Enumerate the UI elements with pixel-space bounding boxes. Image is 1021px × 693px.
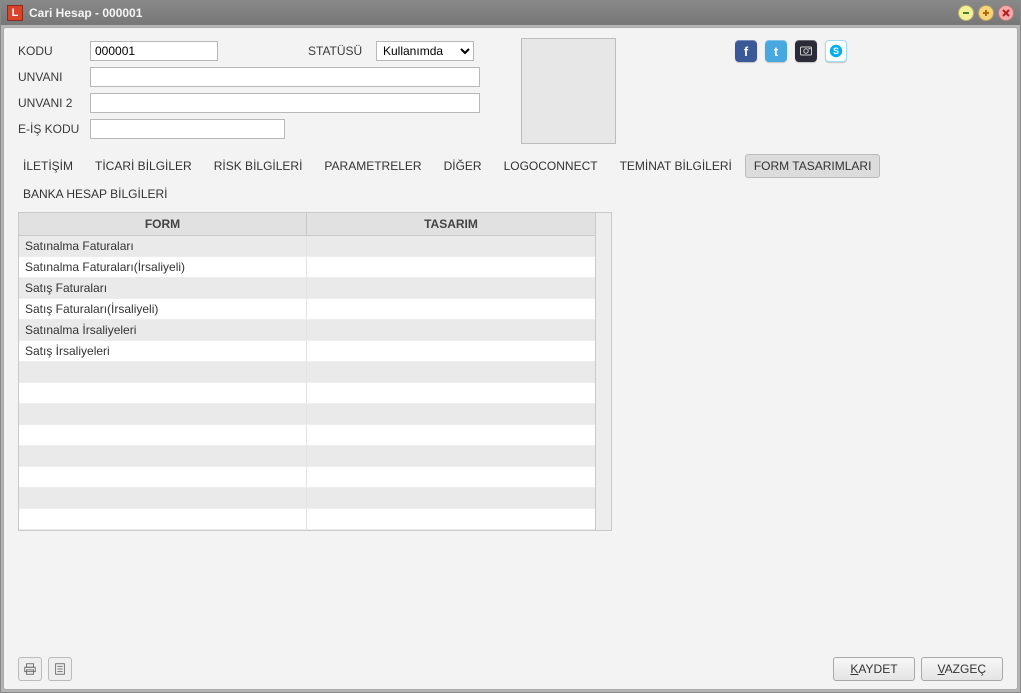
social-links: f t S [735, 40, 847, 62]
grid-header-tasarim[interactable]: TASARIM [307, 213, 595, 235]
tab-ti-cari-bi-lgi-ler[interactable]: TİCARİ BİLGİLER [86, 154, 201, 178]
grid-header-form[interactable]: FORM [19, 213, 307, 235]
status-select[interactable]: Kullanımda [376, 41, 474, 61]
cell-form: Satınalma İrsaliyeleri [19, 320, 307, 340]
table-row[interactable] [19, 509, 595, 530]
cell-tasarim [307, 362, 595, 382]
cell-form [19, 362, 307, 382]
close-button[interactable] [998, 5, 1014, 21]
eis-input[interactable] [90, 119, 285, 139]
app-icon: L [7, 5, 23, 21]
cell-tasarim [307, 278, 595, 298]
footer: KAYDET VAZGEÇ [4, 649, 1017, 689]
tab-di-er[interactable]: DİĞER [435, 154, 491, 178]
cell-form: Satınalma Faturaları(İrsaliyeli) [19, 257, 307, 277]
facebook-icon[interactable]: f [735, 40, 757, 62]
kodu-input[interactable] [90, 41, 218, 61]
table-row[interactable] [19, 467, 595, 488]
print-icon [23, 662, 37, 676]
cell-form [19, 446, 307, 466]
cell-tasarim [307, 236, 595, 256]
tab-logoconnect[interactable]: LOGOCONNECT [495, 154, 607, 178]
tab-temi-nat-bi-lgi-leri-[interactable]: TEMİNAT BİLGİLERİ [611, 154, 741, 178]
titlebar[interactable]: L Cari Hesap - 000001 [1, 1, 1020, 25]
twitter-icon[interactable]: t [765, 40, 787, 62]
content: KODU STATÜSÜ Kullanımda UNVANI UNVANI 2 … [3, 27, 1018, 690]
grid-scrollbar[interactable] [596, 212, 612, 531]
table-row[interactable] [19, 488, 595, 509]
cell-tasarim [307, 383, 595, 403]
tab-parametreler[interactable]: PARAMETRELER [315, 154, 430, 178]
tab-banka-hesap-bi-lgi-leri-[interactable]: BANKA HESAP BİLGİLERİ [14, 182, 177, 206]
cell-tasarim [307, 467, 595, 487]
form-grid[interactable]: FORM TASARIM Satınalma FaturalarıSatınal… [18, 212, 596, 531]
unvani2-input[interactable] [90, 93, 480, 113]
cell-tasarim [307, 299, 595, 319]
cell-form [19, 509, 307, 529]
tab-i-leti-i-m[interactable]: İLETİŞİM [14, 154, 82, 178]
image-placeholder[interactable] [521, 38, 616, 144]
cancel-button[interactable]: VAZGEÇ [921, 657, 1003, 681]
table-row[interactable]: Satış Faturaları(İrsaliyeli) [19, 299, 595, 320]
kodu-label: KODU [18, 44, 90, 58]
unvani2-label: UNVANI 2 [18, 96, 90, 110]
unvani-label: UNVANI [18, 70, 90, 84]
save-button[interactable]: KAYDET [833, 657, 914, 681]
table-row[interactable]: Satış Faturaları [19, 278, 595, 299]
cell-form [19, 383, 307, 403]
cell-tasarim [307, 320, 595, 340]
table-row[interactable]: Satınalma Faturaları [19, 236, 595, 257]
table-row[interactable] [19, 425, 595, 446]
unvani-input[interactable] [90, 67, 480, 87]
cell-form: Satış İrsaliyeleri [19, 341, 307, 361]
table-row[interactable] [19, 383, 595, 404]
window: L Cari Hesap - 000001 KODU STATÜSÜ Kulla… [0, 0, 1021, 693]
svg-text:S: S [833, 46, 839, 56]
cell-form: Satınalma Faturaları [19, 236, 307, 256]
cell-tasarim [307, 425, 595, 445]
tab-form-tasarimlari[interactable]: FORM TASARIMLARI [745, 154, 881, 178]
camera-icon[interactable] [795, 40, 817, 62]
cell-form: Satış Faturaları [19, 278, 307, 298]
cell-form [19, 467, 307, 487]
table-row[interactable]: Satınalma Faturaları(İrsaliyeli) [19, 257, 595, 278]
cell-tasarim [307, 341, 595, 361]
cell-tasarim [307, 446, 595, 466]
cell-form [19, 488, 307, 508]
table-row[interactable] [19, 362, 595, 383]
tabs: İLETİŞİMTİCARİ BİLGİLERRİSK BİLGİLERİPAR… [4, 154, 1017, 206]
print-button[interactable] [18, 657, 42, 681]
tab-ri-sk-bi-lgi-leri-[interactable]: RİSK BİLGİLERİ [205, 154, 312, 178]
cell-form: Satış Faturaları(İrsaliyeli) [19, 299, 307, 319]
cell-form [19, 404, 307, 424]
window-title: Cari Hesap - 000001 [29, 6, 142, 20]
tab-panel-form-tasarimlari: FORM TASARIM Satınalma FaturalarıSatınal… [18, 212, 1003, 649]
cell-form [19, 425, 307, 445]
skype-icon[interactable]: S [825, 40, 847, 62]
document-button[interactable] [48, 657, 72, 681]
cell-tasarim [307, 509, 595, 529]
table-row[interactable]: Satınalma İrsaliyeleri [19, 320, 595, 341]
maximize-button[interactable] [978, 5, 994, 21]
cell-tasarim [307, 257, 595, 277]
document-icon [53, 662, 67, 676]
table-row[interactable]: Satış İrsaliyeleri [19, 341, 595, 362]
cell-tasarim [307, 488, 595, 508]
table-row[interactable] [19, 404, 595, 425]
cell-tasarim [307, 404, 595, 424]
table-row[interactable] [19, 446, 595, 467]
minimize-button[interactable] [958, 5, 974, 21]
form-area: KODU STATÜSÜ Kullanımda UNVANI UNVANI 2 … [4, 28, 1017, 148]
status-label: STATÜSÜ [308, 44, 376, 58]
eis-label: E-İŞ KODU [18, 122, 90, 136]
